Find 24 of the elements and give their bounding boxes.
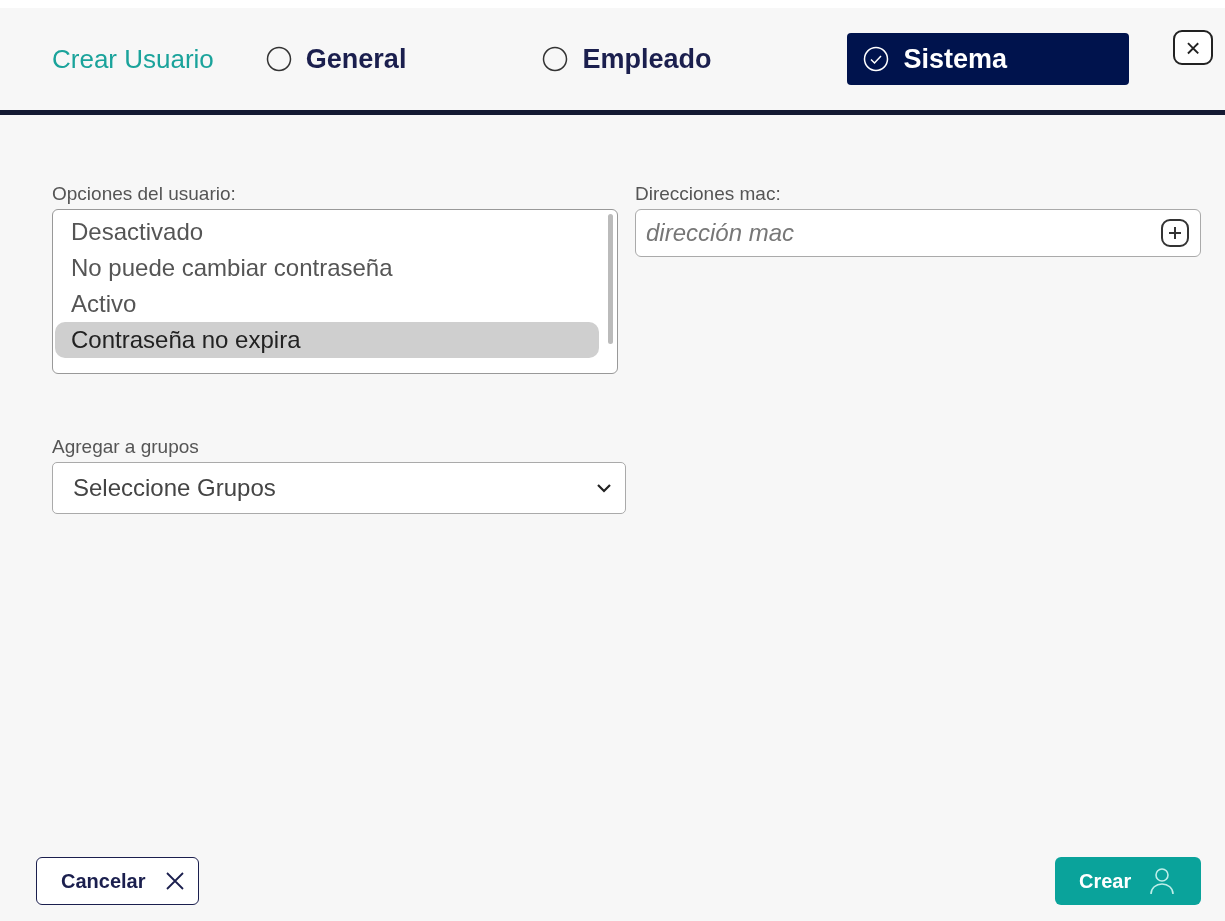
user-icon	[1149, 867, 1176, 895]
mac-address-field[interactable]: dirección mac	[635, 209, 1201, 257]
add-icon[interactable]	[1160, 218, 1190, 248]
mac-address-input[interactable]: dirección mac	[636, 219, 1160, 247]
field-label: Opciones del usuario:	[52, 183, 237, 205]
step-tab[interactable]: General	[265, 33, 407, 85]
field-label: Direcciones mac:	[635, 183, 782, 205]
close-icon	[163, 870, 186, 892]
check-circle-icon	[863, 46, 890, 72]
step-tab[interactable]: Empleado	[542, 33, 712, 85]
groups-select[interactable]: Seleccione Grupos	[52, 462, 626, 514]
list-option[interactable]: Activo	[55, 286, 599, 322]
list-option[interactable]: Desactivado	[55, 214, 599, 250]
list-option[interactable]: No puede cambiar contraseña	[55, 250, 599, 286]
radio-icon	[265, 46, 292, 72]
field-label: Agregar a grupos	[52, 436, 200, 458]
chevron-down-icon	[595, 482, 613, 494]
radio-icon	[542, 46, 569, 72]
dialog-title: Crear Usuario	[52, 43, 214, 75]
scrollbar-thumb[interactable]	[607, 214, 613, 344]
cancel-button[interactable]: Cancelar	[36, 857, 199, 905]
close-button[interactable]: ×	[1173, 30, 1213, 65]
list-option[interactable]: Contraseña no expira	[55, 322, 599, 358]
step-tab[interactable]: Sistema	[847, 33, 1130, 85]
